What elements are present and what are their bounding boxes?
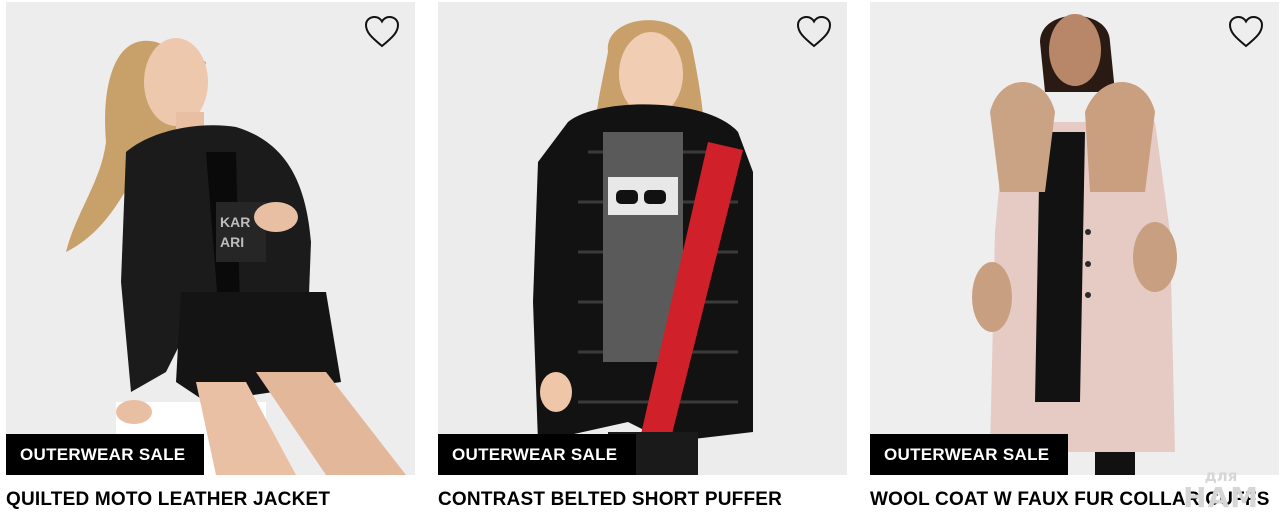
model-photo-puffer: [438, 2, 847, 475]
wishlist-heart-icon[interactable]: [1227, 14, 1265, 50]
model-photo-wool-coat: [870, 2, 1279, 475]
product-image[interactable]: OUTERWEAR SALE: [438, 2, 847, 475]
product-name-link[interactable]: CONTRAST BELTED SHORT PUFFER: [438, 488, 847, 511]
product-card[interactable]: KAR ARI OUTERWEAR SALE QUILTED MOTO LEAT…: [6, 2, 415, 532]
product-name-link[interactable]: WOOL COAT W FAUX FUR COLLAR CUFFS: [870, 488, 1279, 511]
product-image[interactable]: KAR ARI OUTERWEAR SALE: [6, 2, 415, 475]
wishlist-heart-icon[interactable]: [795, 14, 833, 50]
product-name-link[interactable]: QUILTED MOTO LEATHER JACKET: [6, 488, 415, 511]
svg-text:KAR: KAR: [220, 214, 250, 230]
svg-text:ARI: ARI: [220, 234, 244, 250]
wishlist-heart-icon[interactable]: [363, 14, 401, 50]
sale-badge: OUTERWEAR SALE: [6, 434, 204, 475]
sale-badge: OUTERWEAR SALE: [438, 434, 636, 475]
product-image[interactable]: OUTERWEAR SALE: [870, 2, 1279, 475]
model-photo-leather-jacket: KAR ARI: [6, 2, 415, 475]
sale-badge: OUTERWEAR SALE: [870, 434, 1068, 475]
product-card[interactable]: OUTERWEAR SALE CONTRAST BELTED SHORT PUF…: [438, 2, 847, 532]
product-card[interactable]: OUTERWEAR SALE WOOL COAT W FAUX FUR COLL…: [870, 2, 1279, 532]
product-grid: KAR ARI OUTERWEAR SALE QUILTED MOTO LEAT…: [6, 2, 1279, 532]
